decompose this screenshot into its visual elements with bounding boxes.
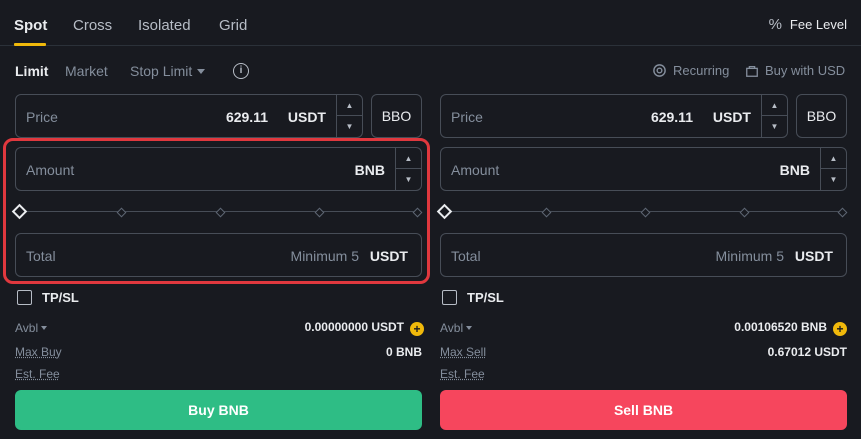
buy-avbl-text: Avbl (15, 321, 39, 335)
buy-max-value: 0 BNB (385, 345, 422, 359)
tab-cross[interactable]: Cross (73, 17, 112, 34)
decrement-icon[interactable]: ▼ (821, 169, 846, 190)
buy-avbl-value: 0.00000000 USDT + (305, 320, 424, 336)
recurring-label: Recurring (673, 63, 730, 78)
sell-tpsl-toggle[interactable]: TP/SL (442, 290, 504, 305)
percent-icon: % (768, 16, 782, 33)
sell-total-label: Total (451, 248, 481, 264)
sell-avbl-text: Avbl (440, 321, 464, 335)
sell-amount-stepper: ▲ ▼ (820, 148, 846, 190)
buy-button[interactable]: Buy BNB (15, 390, 422, 430)
sell-avbl-label[interactable]: Avbl (440, 321, 473, 335)
sell-tpsl-checkbox[interactable] (442, 290, 457, 305)
slider-tick-75[interactable] (739, 207, 750, 218)
increment-icon[interactable]: ▲ (337, 95, 362, 116)
fee-level-button[interactable]: % Fee Level (769, 16, 847, 33)
slider-handle[interactable] (436, 203, 453, 220)
sell-fee-label: Est. Fee (440, 367, 485, 381)
decrement-icon[interactable]: ▼ (337, 116, 362, 137)
buy-price-field[interactable]: Price 629.11 USDT ▲ ▼ (15, 94, 363, 138)
buy-tpsl-checkbox[interactable] (17, 290, 32, 305)
sell-total-hint: Minimum 5 (715, 248, 784, 264)
trade-mode-tabs: Spot Cross Isolated Grid % Fee Level (0, 0, 861, 46)
slider-tick-100[interactable] (837, 207, 848, 218)
sell-amount-unit: BNB (779, 162, 810, 178)
increment-icon[interactable]: ▲ (821, 148, 846, 169)
sell-amount-slider[interactable] (436, 203, 849, 220)
buy-avbl-amount: 0.00000000 USDT (304, 320, 404, 334)
buy-avbl-label[interactable]: Avbl (15, 321, 48, 335)
buy-bbo-button[interactable]: BBO (371, 94, 422, 138)
buy-price-unit: USDT (287, 109, 326, 125)
plus-icon[interactable]: + (833, 322, 847, 336)
sell-amount-label: Amount (451, 162, 500, 178)
decrement-icon[interactable]: ▼ (762, 116, 787, 137)
sell-price-field[interactable]: Price 629.11 USDT ▲ ▼ (440, 94, 788, 138)
sell-price-value: 629.11 (650, 109, 693, 125)
stop-limit-label: Stop Limit (130, 63, 193, 79)
order-type-market[interactable]: Market (65, 63, 108, 79)
increment-icon[interactable]: ▲ (762, 95, 787, 116)
tab-isolated[interactable]: Isolated (138, 17, 191, 34)
buy-with-usd-button[interactable]: Buy with USD (745, 63, 845, 78)
tab-grid[interactable]: Grid (219, 17, 247, 34)
sell-price-stepper: ▲ ▼ (761, 95, 787, 137)
order-type-limit[interactable]: Limit (15, 63, 48, 79)
sell-total-field[interactable]: Total Minimum 5 USDT (440, 233, 847, 277)
sell-amount-field[interactable]: Amount BNB ▲ ▼ (440, 147, 847, 191)
sell-avbl-value: 0.00106520 BNB + (734, 320, 847, 336)
buy-price-stepper: ▲ ▼ (336, 95, 362, 137)
sell-max-value: 0.67012 USDT (767, 345, 847, 359)
sell-tpsl-label: TP/SL (467, 290, 504, 305)
buy-tpsl-label: TP/SL (42, 290, 79, 305)
buy-price-value: 629.11 (225, 109, 268, 125)
slider-tick-50[interactable] (640, 207, 651, 218)
sell-price-unit: USDT (712, 109, 751, 125)
chevron-down-icon (41, 326, 48, 330)
buy-max-label: Max Buy (15, 345, 62, 359)
chevron-down-icon (466, 326, 473, 330)
sell-button[interactable]: Sell BNB (440, 390, 847, 430)
bag-icon (746, 65, 758, 77)
info-icon[interactable]: i (233, 63, 249, 79)
active-tab-indicator (14, 43, 46, 46)
buy-price-label: Price (26, 109, 58, 125)
chevron-down-icon (197, 69, 206, 74)
buy-tpsl-toggle[interactable]: TP/SL (17, 290, 79, 305)
sell-max-label: Max Sell (440, 345, 487, 359)
plus-icon[interactable]: + (410, 322, 424, 336)
buy-with-usd-label: Buy with USD (765, 63, 846, 78)
highlight-box (3, 138, 430, 284)
buy-fee-label: Est. Fee (15, 367, 60, 381)
sell-price-label: Price (451, 109, 483, 125)
sell-bbo-button[interactable]: BBO (796, 94, 847, 138)
sell-avbl-amount: 0.00106520 BNB (734, 320, 827, 334)
order-type-stop-limit[interactable]: Stop Limit (130, 63, 206, 79)
sell-total-unit: USDT (794, 248, 833, 264)
recurring-icon (653, 64, 666, 77)
recurring-button[interactable]: Recurring (652, 63, 729, 78)
slider-tick-25[interactable] (541, 207, 552, 218)
fee-level-label: Fee Level (789, 17, 847, 32)
tab-spot[interactable]: Spot (14, 17, 47, 34)
